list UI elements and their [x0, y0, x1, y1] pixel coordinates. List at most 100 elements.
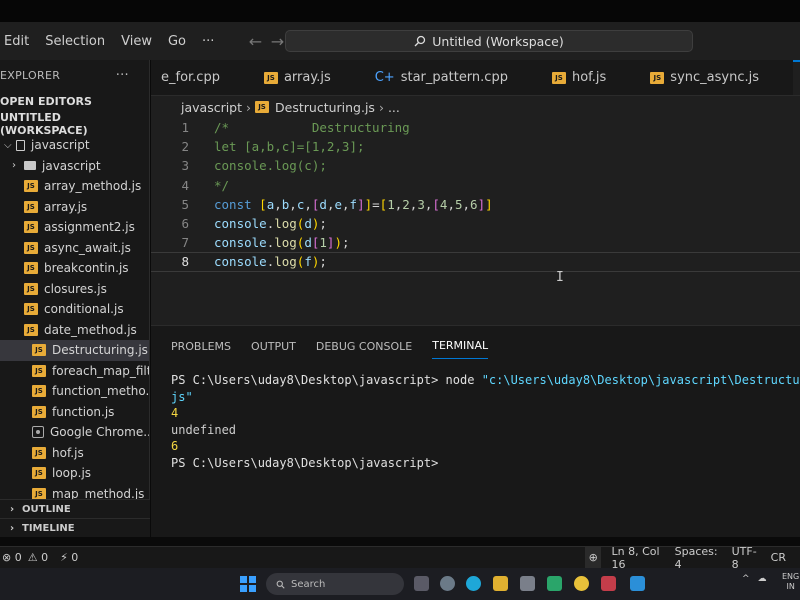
js-file-icon: JS: [551, 71, 566, 84]
open-editors-section[interactable]: OPEN EDITORS: [0, 90, 149, 112]
editor-tab[interactable]: JS sync_async.js: [640, 60, 769, 95]
file-item[interactable]: JS breakcontin.js: [0, 258, 149, 279]
explorer-header: EXPLORER ···: [0, 60, 149, 90]
outline-section[interactable]: › OUTLINE: [0, 499, 150, 518]
editor-tab[interactable]: C+ star_pattern.cpp: [365, 60, 518, 95]
js-file-icon: JS: [32, 467, 46, 480]
file-item[interactable]: Google Chrome....: [0, 422, 149, 443]
windows-start-icon[interactable]: [240, 576, 256, 592]
code-line: 7 console.log(d[1]);: [151, 233, 800, 252]
editor-tab[interactable]: JSDes: [793, 60, 800, 95]
breadcrumb-tail[interactable]: ...: [388, 100, 400, 115]
js-file-icon: JS: [24, 262, 38, 275]
file-item[interactable]: JS conditional.js: [0, 299, 149, 320]
file-item[interactable]: JS function.js: [0, 402, 149, 423]
more-actions-icon[interactable]: ···: [116, 68, 129, 83]
file-item-label: breakcontin.js: [44, 261, 129, 276]
menu-go[interactable]: Go: [160, 34, 194, 49]
breadcrumb-file[interactable]: Destructuring.js: [275, 100, 375, 115]
file-item[interactable]: JS date_method.js: [0, 320, 149, 341]
js-file-icon: JS: [255, 101, 270, 113]
command-center[interactable]: Untitled (Workspace): [285, 30, 693, 52]
app-icon[interactable]: [547, 576, 562, 591]
editor-tab-label: star_pattern.cpp: [400, 70, 508, 85]
breadcrumb-folder[interactable]: javascript: [181, 100, 242, 115]
edge-icon[interactable]: [466, 576, 481, 591]
file-explorer-icon[interactable]: [493, 576, 508, 591]
ports-count[interactable]: ⚡ 0: [60, 551, 78, 564]
file-item[interactable]: JS function_metho...: [0, 381, 149, 402]
js-file-icon: JS: [24, 282, 38, 295]
js-file-icon: JS: [24, 241, 38, 254]
bottom-panel: PROBLEMS OUTPUT DEBUG CONSOLE TERMINAL P…: [151, 325, 800, 537]
errors-count[interactable]: ⊗ 0: [2, 551, 22, 564]
line-ending[interactable]: CR: [771, 551, 786, 564]
file-item[interactable]: JS array_method.js: [0, 176, 149, 197]
terminal-output: 6: [171, 439, 179, 453]
js-file-icon: JS: [24, 221, 38, 234]
warnings-count[interactable]: ⚠ 0: [28, 551, 48, 564]
cursor-position[interactable]: Ln 8, Col 16: [611, 545, 660, 571]
tab-debug-console[interactable]: DEBUG CONSOLE: [316, 334, 412, 359]
file-item-label: array_method.js: [44, 179, 142, 194]
repo-icon: [16, 139, 25, 151]
file-item[interactable]: JS foreach_map_filt...: [0, 361, 149, 382]
line-number: 3: [181, 158, 189, 174]
file-list: JS array_method.js JS array.js JS assignment2…: [0, 176, 149, 504]
editor-tab[interactable]: e_for.cpp: [151, 60, 230, 95]
chevron-right-icon: ›: [10, 503, 15, 515]
chevron-up-icon[interactable]: ^: [742, 574, 750, 584]
file-item[interactable]: JS assignment2.js: [0, 217, 149, 238]
chat-icon[interactable]: [440, 576, 455, 591]
code-text: const [a,b,c,[d,e,f]]=[1,2,3,[4,5,6]]: [214, 196, 493, 212]
store-icon[interactable]: [520, 576, 535, 591]
menu-view[interactable]: View: [113, 34, 160, 49]
timeline-section[interactable]: › TIMELINE: [0, 518, 150, 537]
line-number: 8: [181, 254, 189, 270]
file-item[interactable]: JS async_await.js: [0, 238, 149, 259]
code-text: console.log(d[1]);: [214, 235, 350, 251]
code-editor[interactable]: 1/* Destructuring 2 let [a,b,c]=[1,2,3]; …: [151, 118, 800, 325]
menu-more[interactable]: ···: [194, 34, 222, 49]
menu-selection[interactable]: Selection: [37, 34, 113, 49]
chevron-right-icon: ›: [246, 99, 252, 115]
app-icon[interactable]: [601, 576, 616, 591]
root-folder[interactable]: ⌵ javascript: [0, 135, 149, 156]
terminal-line: js": [171, 389, 193, 404]
cloud-icon[interactable]: ☁: [758, 574, 767, 584]
file-item[interactable]: JS hof.js: [0, 443, 149, 464]
code-text: console.log(d);: [214, 216, 327, 232]
taskbar-search[interactable]: Search: [266, 573, 404, 595]
language-indicator[interactable]: ENG IN: [782, 572, 799, 592]
task-view-icon[interactable]: [414, 576, 429, 591]
workspace-section[interactable]: UNTITLED (WORKSPACE): [0, 111, 149, 137]
editor-tab[interactable]: JS array.js: [254, 60, 341, 95]
back-arrow-icon[interactable]: ←: [244, 32, 266, 51]
menu-edit[interactable]: Edit: [0, 34, 37, 49]
zoom-icon[interactable]: ⊕: [585, 546, 602, 569]
editor-tab[interactable]: JS hof.js: [542, 60, 616, 95]
tab-terminal[interactable]: TERMINAL: [432, 333, 489, 359]
editor-tabs: e_for.cpp JS array.js C+ star_pattern.cpp JS h…: [151, 60, 800, 96]
tab-output[interactable]: OUTPUT: [251, 334, 296, 359]
terminal-prompt: PS C:\Users\uday8\Desktop\javascript>: [171, 373, 439, 387]
chevron-right-icon: ›: [12, 160, 16, 172]
vscode-icon[interactable]: [630, 576, 645, 591]
file-item[interactable]: JS closures.js: [0, 279, 149, 300]
indentation[interactable]: Spaces: 4: [675, 545, 718, 571]
tab-problems[interactable]: PROBLEMS: [171, 334, 231, 359]
file-item[interactable]: JS loop.js: [0, 463, 149, 484]
line-number: 7: [181, 235, 189, 251]
terminal[interactable]: PS C:\Users\uday8\Desktop\javascript> no…: [151, 366, 800, 471]
file-item[interactable]: JS Destructuring.js: [0, 340, 149, 361]
chrome-icon[interactable]: [574, 576, 589, 591]
file-item[interactable]: JS array.js: [0, 197, 149, 218]
js-file-icon: JS: [24, 303, 38, 316]
subfolder-label: javascript: [42, 158, 101, 173]
line-number: 1: [181, 120, 189, 136]
region-code: IN: [786, 582, 795, 591]
explorer-title: EXPLORER: [0, 68, 61, 82]
line-number: 2: [181, 139, 189, 155]
subfolder[interactable]: › javascript: [0, 156, 149, 177]
encoding[interactable]: UTF-8: [732, 545, 757, 571]
